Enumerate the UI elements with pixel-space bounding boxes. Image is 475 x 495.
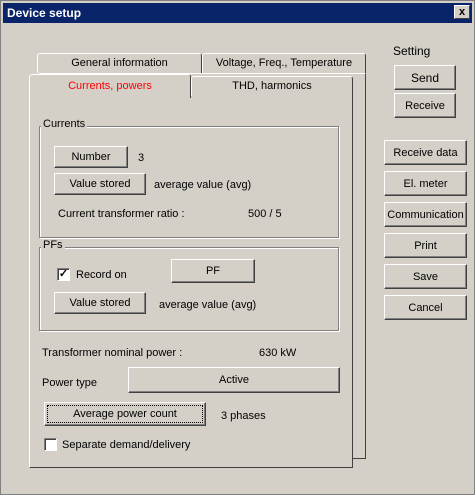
currents-group-title: Currents <box>41 118 88 130</box>
tab-voltage-label: Voltage, Freq., Temperature <box>215 57 353 69</box>
pfs-value-stored-button[interactable]: Value stored <box>54 292 146 314</box>
communication-button[interactable]: Communication <box>384 202 467 227</box>
currents-value-stored-text: average value (avg) <box>154 179 252 191</box>
receive-data-button[interactable]: Receive data <box>384 140 467 165</box>
power-type-label: Power type <box>42 377 98 389</box>
close-button[interactable]: x <box>454 5 470 19</box>
device-setup-window: Device setup x General information Volta… <box>0 0 475 495</box>
number-button[interactable]: Number <box>54 146 128 168</box>
transformer-nominal-power-value: 630 kW <box>259 347 297 359</box>
tab-voltage-freq-temperature[interactable]: Voltage, Freq., Temperature <box>202 53 366 73</box>
tab-thd-harmonics[interactable]: THD, harmonics <box>191 76 353 96</box>
currents-value-stored-button[interactable]: Value stored <box>54 173 146 195</box>
pfs-value-stored-text: average value (avg) <box>159 299 257 311</box>
setting-label: Setting <box>393 44 431 58</box>
number-value: 3 <box>138 152 145 164</box>
tab-general-information-label: General information <box>71 57 168 69</box>
average-power-count-button[interactable]: Average power count <box>44 402 206 426</box>
separate-demand-delivery-checkbox[interactable] <box>44 438 57 451</box>
tab-currents-powers[interactable]: Currents, powers <box>29 74 191 98</box>
average-power-count-value: 3 phases <box>221 410 266 422</box>
cancel-button[interactable]: Cancel <box>384 295 467 320</box>
print-button[interactable]: Print <box>384 233 467 258</box>
currents-powers-panel: Currents Number 3 Value stored average v… <box>29 96 353 468</box>
receive-button[interactable]: Receive <box>394 93 456 118</box>
separate-demand-delivery-label: Separate demand/delivery <box>62 439 191 451</box>
title-bar: Device setup x <box>3 3 472 23</box>
tab-general-information[interactable]: General information <box>37 53 202 73</box>
ct-ratio-label: Current transformer ratio : <box>58 208 185 220</box>
window-title: Device setup <box>7 6 82 20</box>
pfs-group-title: PFs <box>41 239 65 251</box>
save-button[interactable]: Save <box>384 264 467 289</box>
power-type-button[interactable]: Active <box>128 367 340 393</box>
pf-button[interactable]: PF <box>171 259 255 283</box>
send-button[interactable]: Send <box>394 65 456 90</box>
tab-thd-harmonics-label: THD, harmonics <box>232 80 312 92</box>
ct-ratio-value: 500 / 5 <box>248 208 282 220</box>
record-on-checkbox[interactable]: ✓ <box>57 268 70 281</box>
transformer-nominal-power-label: Transformer nominal power : <box>42 347 183 359</box>
el-meter-button[interactable]: El. meter <box>384 171 467 196</box>
tab-currents-powers-label: Currents, powers <box>68 80 152 92</box>
record-on-label: Record on <box>76 269 127 281</box>
